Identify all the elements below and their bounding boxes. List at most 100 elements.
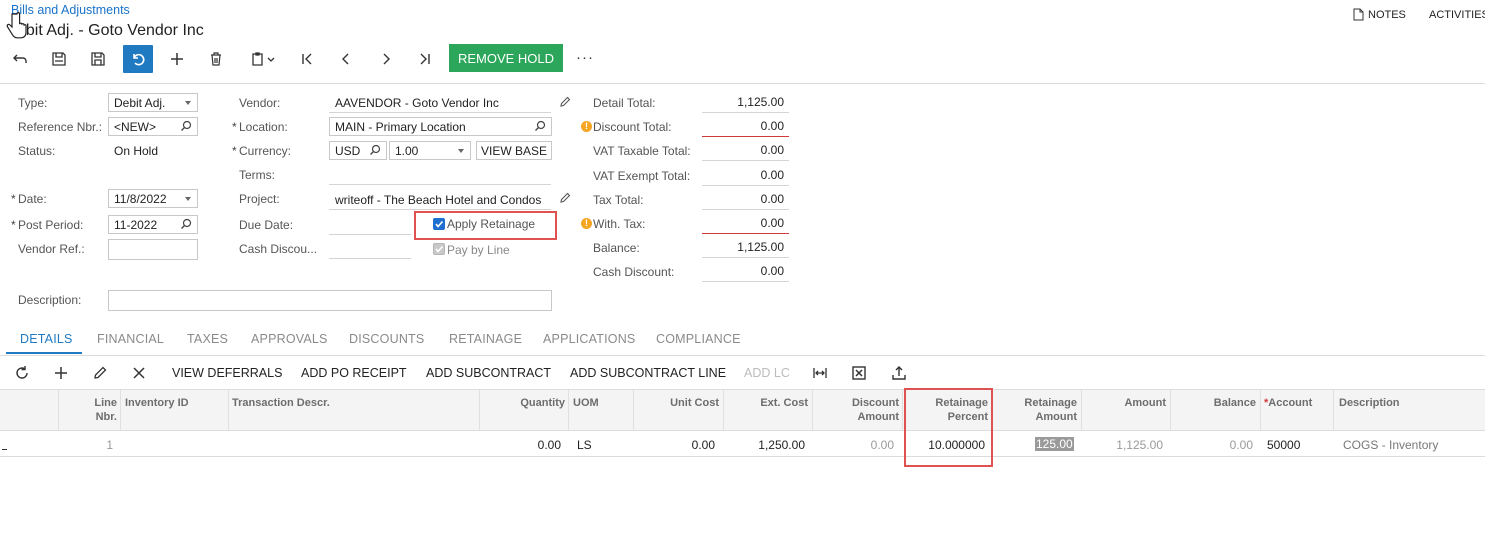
cancel-button[interactable] — [123, 45, 153, 73]
value-underline — [702, 281, 789, 282]
cell-uom[interactable]: LS — [577, 438, 592, 452]
cell-ext-cost[interactable]: 1,250.00 — [724, 438, 805, 452]
view-base-button[interactable]: VIEW BASE — [476, 141, 552, 160]
view-deferrals-button[interactable]: VIEW DEFERRALS — [172, 366, 282, 380]
add-row-icon[interactable] — [53, 365, 69, 381]
previous-record-button[interactable] — [331, 45, 361, 73]
pencil-icon[interactable] — [559, 96, 571, 108]
more-actions-button[interactable]: ··· — [576, 49, 594, 66]
cell-discount-amount[interactable]: 0.00 — [813, 438, 894, 452]
header-amount[interactable]: Amount — [1082, 396, 1166, 410]
tab-details[interactable]: DETAILS — [20, 332, 73, 346]
search-icon[interactable] — [534, 120, 546, 132]
chevron-down-icon — [185, 197, 191, 201]
pencil-icon[interactable] — [559, 192, 571, 204]
last-icon — [420, 53, 430, 65]
terms-label: Terms: — [239, 168, 275, 182]
delete-button[interactable] — [201, 45, 231, 73]
notes-button[interactable]: NOTES — [1353, 8, 1406, 21]
row-selector[interactable] — [2, 449, 7, 450]
value-underline — [702, 112, 789, 113]
cell-amount: 1,125.00 — [1116, 438, 1163, 452]
description-input[interactable] — [108, 290, 552, 311]
date-input[interactable]: 11/8/2022 — [108, 189, 198, 208]
apply-retainage-highlight — [414, 211, 557, 240]
tab-financial[interactable]: FINANCIAL — [97, 332, 164, 346]
type-label: Type: — [18, 96, 48, 110]
tab-applications[interactable]: APPLICATIONS — [543, 332, 635, 346]
save-close-icon — [52, 52, 66, 66]
header-line-nbr-line1: Line — [94, 397, 117, 409]
tab-retainage[interactable]: RETAINAGE — [449, 332, 522, 346]
edit-row-icon[interactable] — [92, 365, 108, 381]
activities-button[interactable]: ACTIVITIES — [1429, 9, 1485, 21]
totals-value: 0.00 — [760, 119, 784, 133]
back-button[interactable] — [5, 45, 35, 73]
header-description[interactable]: Description — [1339, 396, 1400, 410]
header-ext-cost[interactable]: Ext. Cost — [724, 396, 808, 410]
save-button[interactable] — [83, 45, 113, 73]
header-discount-amount[interactable]: Discount Amount — [813, 396, 899, 424]
chevron-right-icon — [383, 53, 390, 65]
header-uom[interactable]: UOM — [573, 396, 599, 410]
error-underline — [702, 136, 789, 137]
add-subcontract-button[interactable]: ADD SUBCONTRACT — [426, 366, 551, 380]
add-button[interactable] — [162, 45, 192, 73]
header-account[interactable]: *Account — [1264, 396, 1312, 410]
delete-row-icon[interactable] — [131, 365, 147, 381]
tab-approvals[interactable]: APPROVALS — [251, 332, 328, 346]
header-retainage-amount[interactable]: Retainage Amount — [993, 396, 1077, 424]
currency-input[interactable]: USD — [329, 141, 387, 160]
pay-by-line-checkbox[interactable] — [433, 243, 445, 255]
export-excel-icon[interactable] — [851, 365, 867, 381]
header-inventory-id[interactable]: Inventory ID — [125, 396, 189, 410]
vendor-value[interactable]: AAVENDOR - Goto Vendor Inc — [335, 95, 499, 111]
header-balance[interactable]: Balance — [1171, 396, 1256, 410]
add-po-receipt-button[interactable]: ADD PO RECEIPT — [301, 366, 407, 380]
currency-rate-select[interactable]: 1.00 — [389, 141, 471, 160]
upload-icon[interactable] — [891, 365, 907, 381]
fit-columns-icon[interactable] — [812, 365, 828, 381]
cell-retainage-amount[interactable]: 125.00 — [1035, 437, 1074, 451]
chevron-down-icon — [185, 101, 191, 105]
header-quantity[interactable]: Quantity — [480, 396, 565, 410]
search-icon[interactable] — [180, 218, 192, 230]
cell-account[interactable]: 50000 — [1267, 438, 1300, 452]
cash-discount-date-label: Cash Discou... — [239, 242, 318, 256]
location-input[interactable]: MAIN - Primary Location — [329, 117, 552, 136]
totals-value: 0.00 — [760, 143, 784, 157]
type-select[interactable]: Debit Adj. — [108, 93, 198, 112]
tab-taxes[interactable]: TAXES — [187, 332, 228, 346]
cell-description[interactable]: COGS - Inventory — [1343, 438, 1438, 452]
first-record-button[interactable] — [292, 45, 322, 73]
column-separator — [568, 390, 569, 430]
header-unit-cost[interactable]: Unit Cost — [634, 396, 719, 410]
search-icon[interactable] — [180, 120, 192, 132]
tab-compliance[interactable]: COMPLIANCE — [656, 332, 741, 346]
copy-paste-button[interactable] — [243, 45, 283, 73]
cell-line-nbr: 1 — [106, 438, 113, 452]
totals-value: 0.00 — [760, 264, 784, 278]
next-record-button[interactable] — [371, 45, 401, 73]
header-line-nbr[interactable]: Line Nbr. — [60, 396, 117, 424]
last-record-button[interactable] — [410, 45, 440, 73]
add-subcontract-line-button[interactable]: ADD SUBCONTRACT LINE — [570, 366, 726, 380]
vendor-ref-input[interactable] — [108, 239, 198, 260]
view-base-label: VIEW BASE — [480, 143, 548, 158]
tab-discounts[interactable]: DISCOUNTS — [349, 332, 424, 346]
remove-hold-button[interactable]: REMOVE HOLD — [449, 44, 563, 72]
cell-unit-cost[interactable]: 0.00 — [634, 438, 715, 452]
totals-label: Discount Total: — [593, 120, 672, 134]
header-transaction-descr[interactable]: Transaction Descr. — [232, 396, 330, 410]
search-icon[interactable] — [369, 144, 381, 156]
cash-discount-date-underline — [329, 258, 411, 259]
project-value[interactable]: writeoff - The Beach Hotel and Condos — [335, 192, 541, 208]
refresh-icon[interactable] — [14, 365, 30, 381]
save-close-button[interactable] — [44, 45, 74, 73]
chevron-left-icon — [342, 53, 349, 65]
reference-nbr-input[interactable]: <NEW> — [108, 117, 198, 136]
breadcrumb[interactable]: Bills and Adjustments — [11, 3, 130, 17]
cell-quantity[interactable]: 0.00 — [480, 438, 561, 452]
post-period-input[interactable]: 11-2022 — [108, 215, 198, 234]
post-period-label: Post Period: — [11, 217, 83, 233]
